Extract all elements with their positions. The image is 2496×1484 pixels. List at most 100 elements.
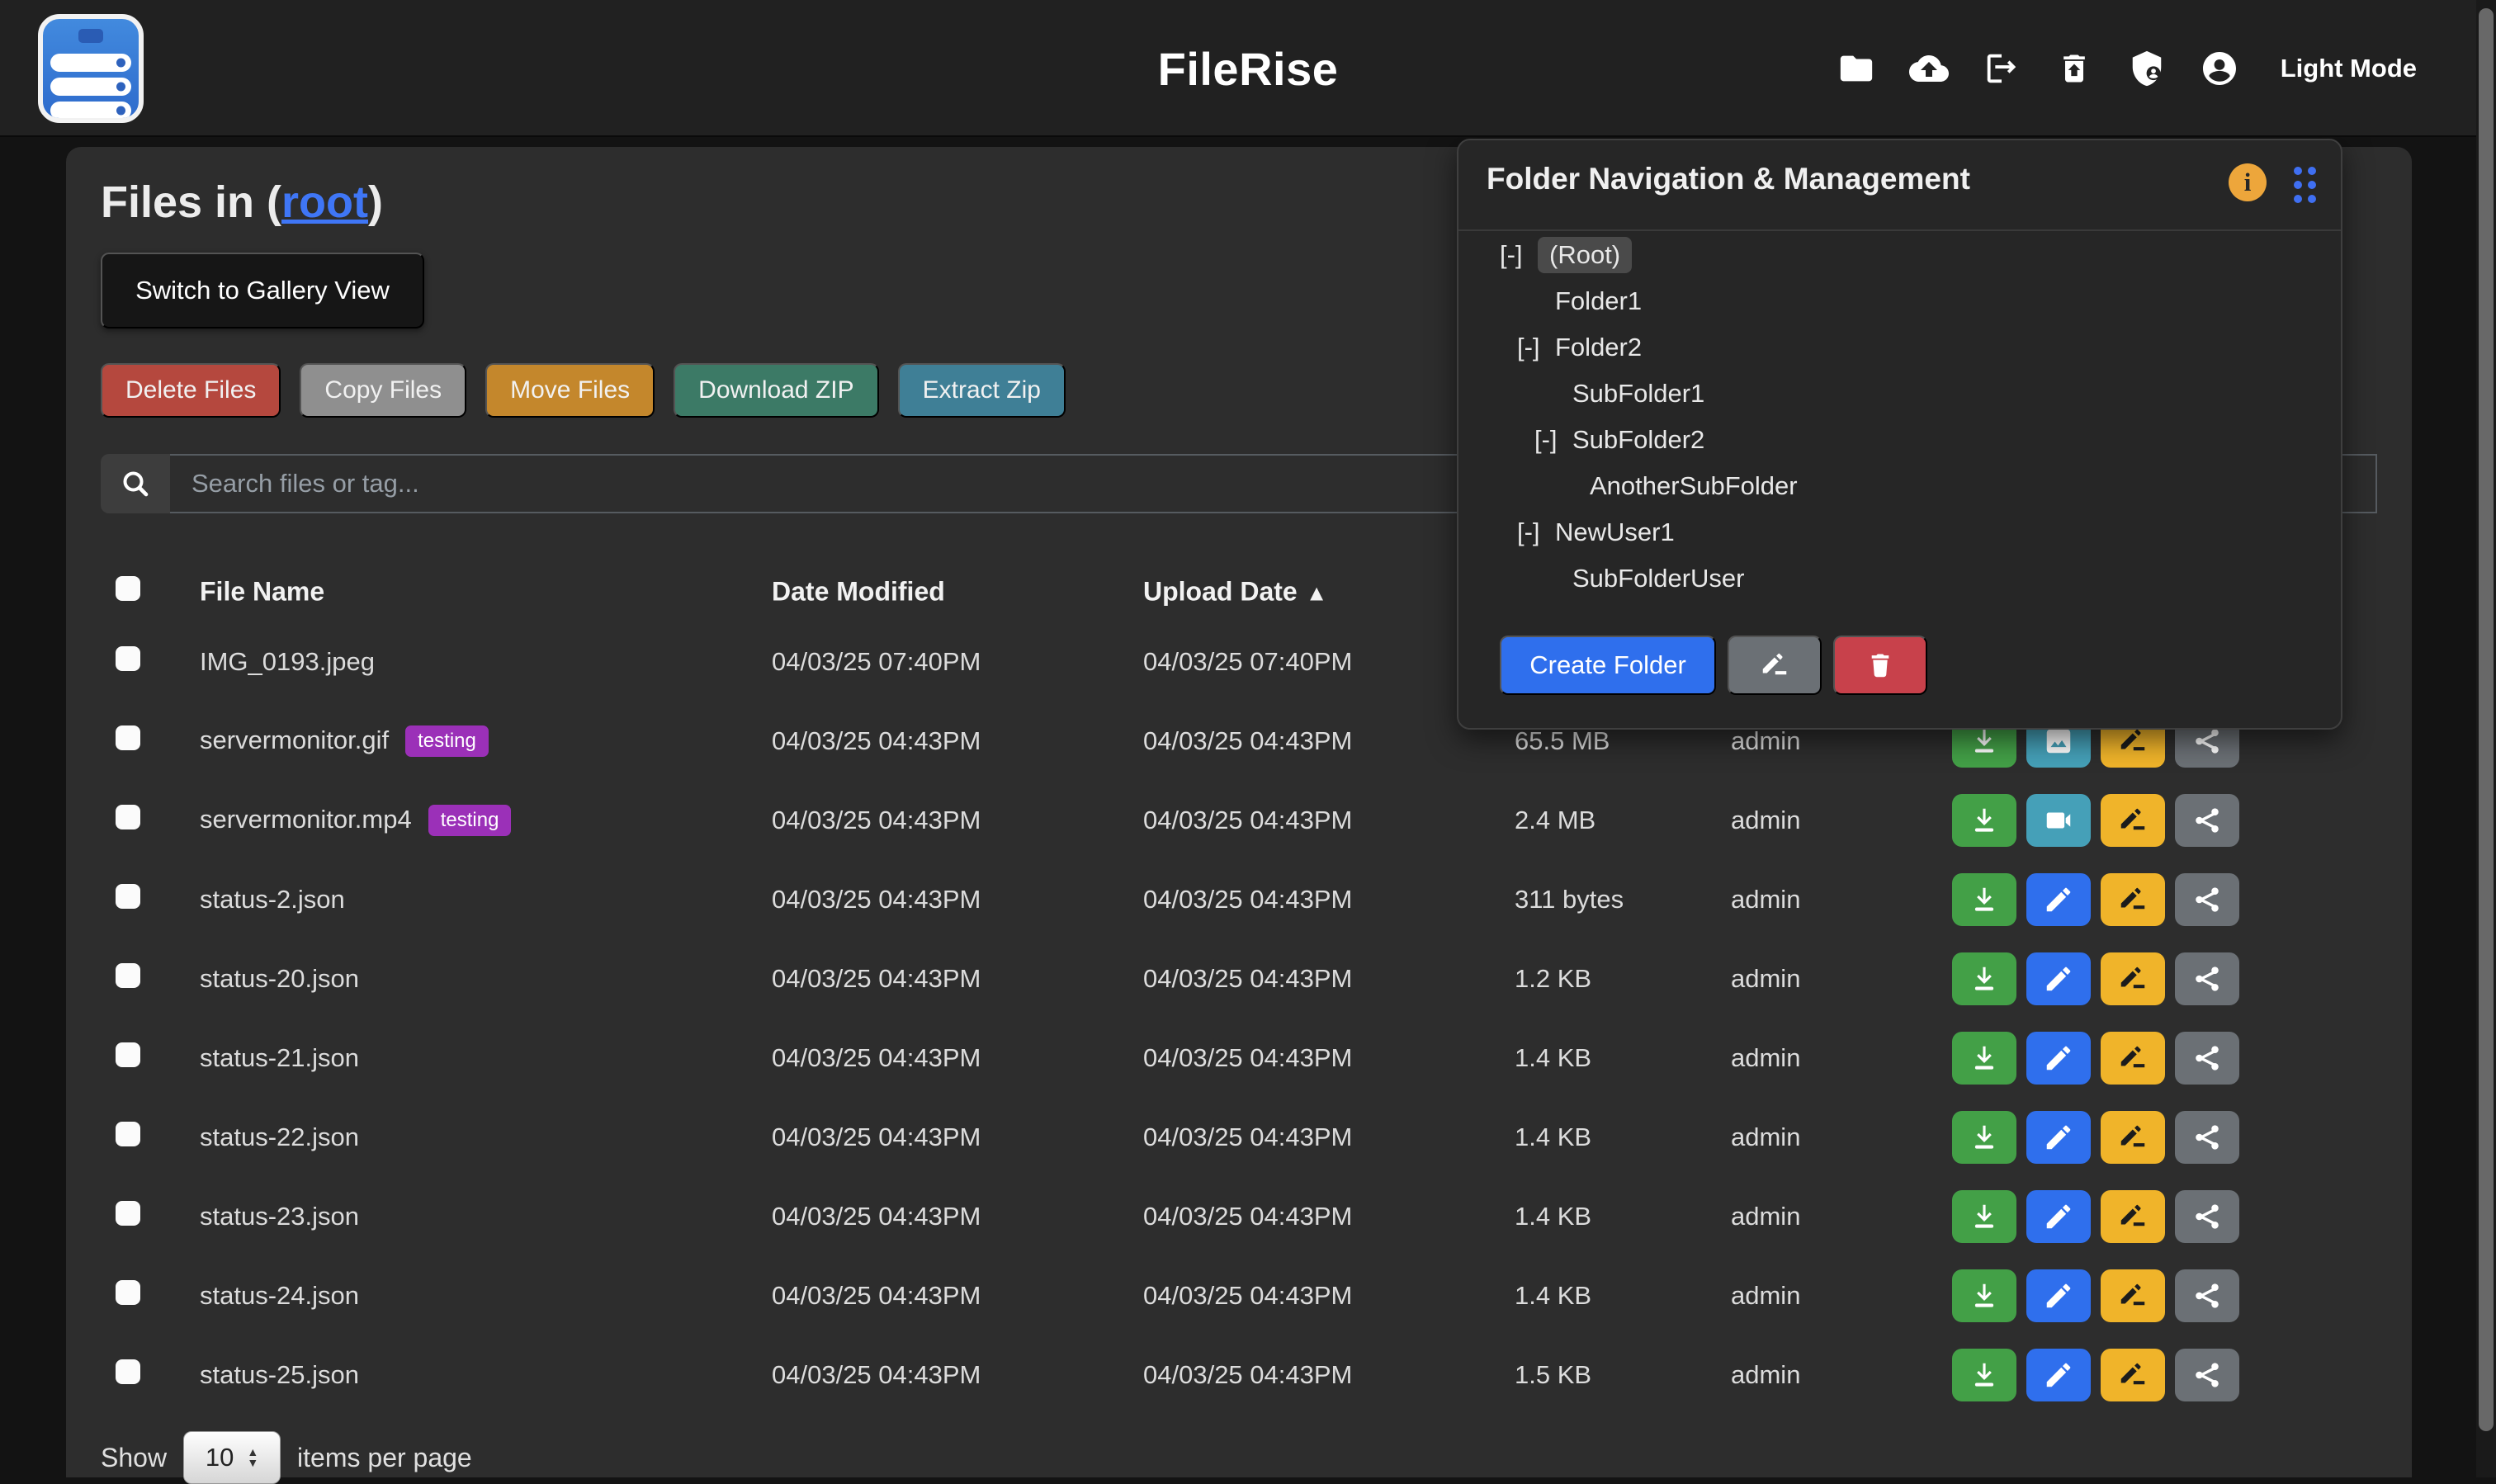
- row-checkbox[interactable]: [116, 1201, 140, 1226]
- row-checkbox[interactable]: [116, 1359, 140, 1384]
- column-file-name[interactable]: File Name: [200, 577, 324, 607]
- file-name[interactable]: status-20.json: [200, 964, 359, 993]
- scrollbar-thumb[interactable]: [2479, 8, 2494, 1431]
- preview-button[interactable]: [2026, 794, 2091, 847]
- tree-folder-label[interactable]: AnotherSubFolder: [1590, 471, 1798, 501]
- preview-button[interactable]: [2026, 952, 2091, 1005]
- row-checkbox[interactable]: [116, 1122, 140, 1146]
- preview-button[interactable]: [2026, 1190, 2091, 1243]
- sort-ascending-icon: ▲: [1306, 581, 1328, 606]
- extract-zip-button[interactable]: Extract Zip: [898, 363, 1066, 418]
- share-button[interactable]: [2175, 1190, 2239, 1243]
- row-checkbox[interactable]: [116, 1280, 140, 1305]
- file-name[interactable]: status-24.json: [200, 1281, 359, 1310]
- items-per-page-select[interactable]: 10 ▲▼: [183, 1431, 281, 1484]
- rename-button[interactable]: [2101, 1032, 2165, 1085]
- move-files-button[interactable]: Move Files: [485, 363, 655, 418]
- rename-folder-button[interactable]: [1728, 636, 1822, 695]
- file-name[interactable]: status-21.json: [200, 1043, 359, 1072]
- select-all-checkbox[interactable]: [116, 576, 140, 601]
- share-button[interactable]: [2175, 1349, 2239, 1401]
- theme-toggle[interactable]: Light Mode: [2281, 54, 2417, 83]
- download-button[interactable]: [1952, 1349, 2016, 1401]
- folder-tree-item[interactable]: Folder1: [1458, 278, 2341, 324]
- create-folder-button[interactable]: Create Folder: [1500, 636, 1716, 695]
- share-button[interactable]: [2175, 952, 2239, 1005]
- row-checkbox[interactable]: [116, 963, 140, 988]
- download-zip-button[interactable]: Download ZIP: [674, 363, 878, 418]
- folder-tree-item[interactable]: AnotherSubFolder: [1458, 463, 2341, 509]
- preview-button[interactable]: [2026, 1111, 2091, 1164]
- row-checkbox[interactable]: [116, 725, 140, 750]
- admin-panel-icon[interactable]: [2127, 49, 2167, 88]
- copy-files-button[interactable]: Copy Files: [300, 363, 466, 418]
- file-name[interactable]: status-2.json: [200, 885, 345, 914]
- info-icon[interactable]: i: [2229, 163, 2267, 201]
- preview-button[interactable]: [2026, 1269, 2091, 1322]
- file-name[interactable]: status-23.json: [200, 1202, 359, 1231]
- folder-tree-item[interactable]: [-] Folder2: [1458, 324, 2341, 371]
- delete-folder-button[interactable]: [1833, 636, 1927, 695]
- download-button[interactable]: [1952, 952, 2016, 1005]
- rename-button[interactable]: [2101, 952, 2165, 1005]
- preview-button[interactable]: [2026, 1032, 2091, 1085]
- preview-button[interactable]: [2026, 873, 2091, 926]
- row-checkbox[interactable]: [116, 1042, 140, 1067]
- delete-files-button[interactable]: Delete Files: [101, 363, 281, 418]
- gallery-view-button[interactable]: Switch to Gallery View: [101, 253, 424, 328]
- row-checkbox[interactable]: [116, 805, 140, 829]
- tree-folder-label[interactable]: Folder2: [1555, 333, 1642, 362]
- folder-tree-item[interactable]: [-] (Root): [1458, 232, 2341, 278]
- share-button[interactable]: [2175, 794, 2239, 847]
- file-name[interactable]: status-25.json: [200, 1360, 359, 1389]
- tree-toggle[interactable]: [-]: [1534, 425, 1572, 455]
- rename-button[interactable]: [2101, 1269, 2165, 1322]
- rename-button[interactable]: [2101, 794, 2165, 847]
- tree-folder-label[interactable]: NewUser1: [1555, 518, 1675, 547]
- folder-tree-item[interactable]: SubFolderUser: [1458, 555, 2341, 602]
- file-name[interactable]: servermonitor.mp4: [200, 805, 412, 834]
- upload-icon[interactable]: [1909, 49, 1949, 88]
- preview-button[interactable]: [2026, 1349, 2091, 1401]
- share-button[interactable]: [2175, 1111, 2239, 1164]
- file-name[interactable]: status-22.json: [200, 1122, 359, 1151]
- page-scrollbar[interactable]: [2476, 0, 2496, 1477]
- share-button[interactable]: [2175, 1269, 2239, 1322]
- rename-button[interactable]: [2101, 1111, 2165, 1164]
- rename-button[interactable]: [2101, 1349, 2165, 1401]
- download-button[interactable]: [1952, 1032, 2016, 1085]
- share-button[interactable]: [2175, 873, 2239, 926]
- account-icon[interactable]: [2200, 49, 2239, 88]
- file-name[interactable]: IMG_0193.jpeg: [200, 647, 375, 676]
- row-checkbox[interactable]: [116, 884, 140, 909]
- rename-button[interactable]: [2101, 1190, 2165, 1243]
- column-date-modified[interactable]: Date Modified: [772, 577, 945, 607]
- download-button[interactable]: [1952, 1111, 2016, 1164]
- tree-toggle[interactable]: [-]: [1500, 240, 1538, 270]
- row-checkbox[interactable]: [116, 646, 140, 671]
- tree-toggle[interactable]: [-]: [1517, 518, 1555, 547]
- rename-button[interactable]: [2101, 873, 2165, 926]
- download-button[interactable]: [1952, 873, 2016, 926]
- download-button[interactable]: [1952, 794, 2016, 847]
- file-name[interactable]: servermonitor.gif: [200, 725, 389, 754]
- restore-trash-icon[interactable]: [2054, 49, 2094, 88]
- tree-folder-label[interactable]: SubFolder2: [1572, 425, 1704, 455]
- share-button[interactable]: [2175, 1032, 2239, 1085]
- logout-icon[interactable]: [1982, 49, 2021, 88]
- tree-folder-label[interactable]: SubFolder1: [1572, 379, 1704, 409]
- tree-folder-label[interactable]: (Root): [1538, 237, 1632, 273]
- column-upload-date[interactable]: Upload Date▲: [1143, 577, 1327, 607]
- root-link[interactable]: root: [281, 177, 368, 227]
- folder-tree-item[interactable]: [-] SubFolder2: [1458, 417, 2341, 463]
- download-button[interactable]: [1952, 1269, 2016, 1322]
- tree-folder-label[interactable]: Folder1: [1555, 286, 1642, 316]
- tree-folder-label[interactable]: SubFolderUser: [1572, 564, 1744, 593]
- folder-tree-item[interactable]: [-] NewUser1: [1458, 509, 2341, 555]
- download-button[interactable]: [1952, 1190, 2016, 1243]
- folder-manager-icon[interactable]: [1837, 49, 1876, 88]
- tree-toggle[interactable]: [-]: [1517, 333, 1555, 362]
- table-row: status-25.json 04/03/25 04:43PM 04/03/25…: [101, 1335, 2377, 1415]
- folder-tree-item[interactable]: SubFolder1: [1458, 371, 2341, 417]
- drag-handle-icon[interactable]: [2294, 167, 2316, 203]
